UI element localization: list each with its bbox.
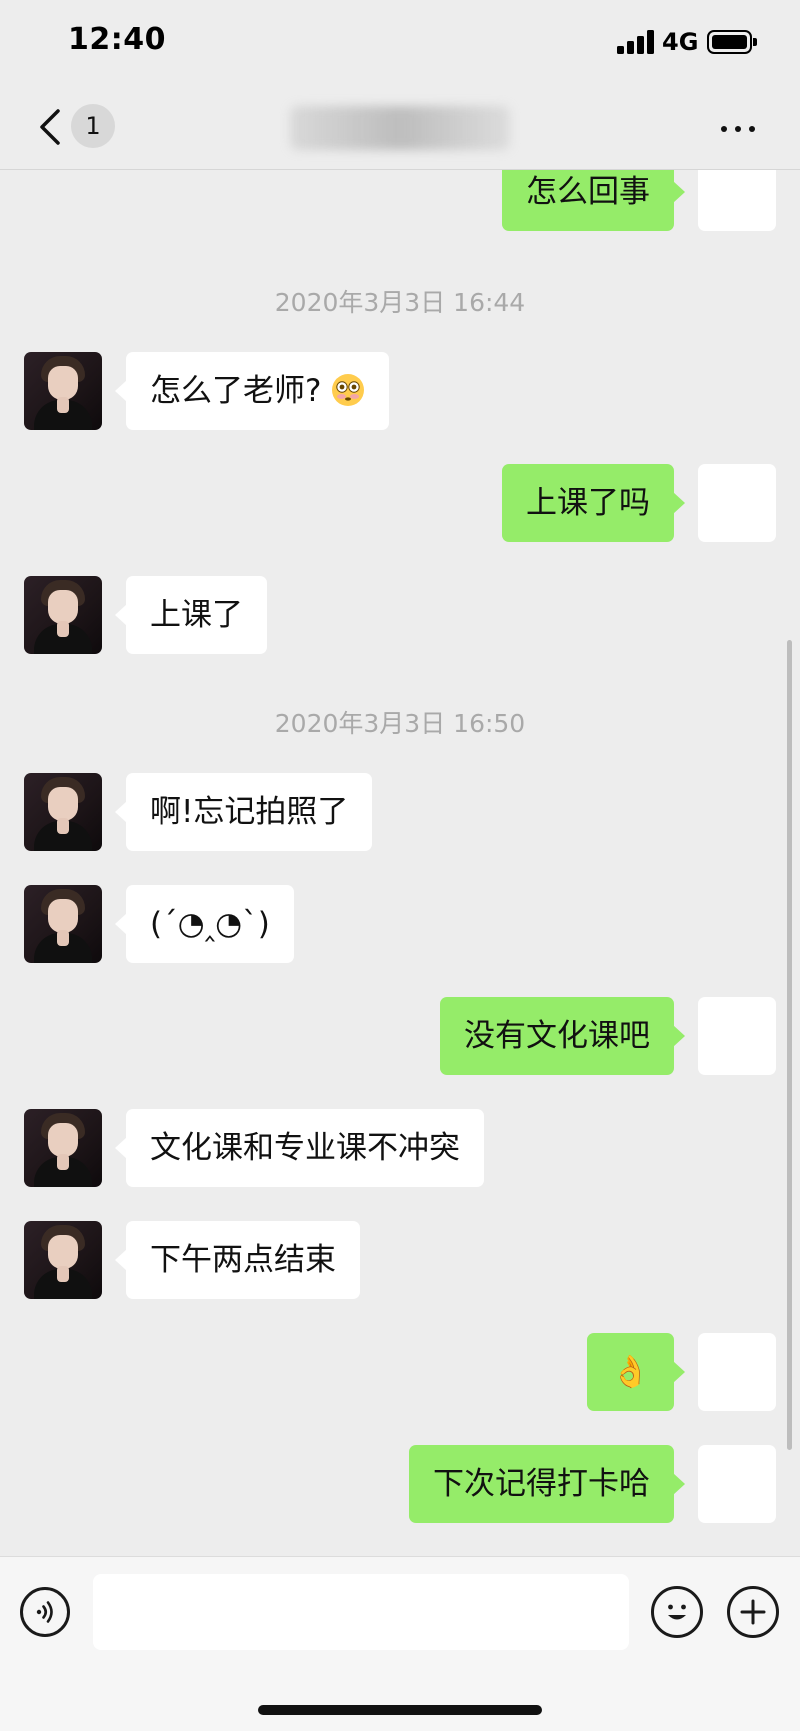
message-bubble-outgoing[interactable]: 下次记得打卡哈 [409,1445,685,1523]
message-bubble-incoming[interactable]: 文化课和专业课不冲突 [115,1109,484,1187]
message-row: 文化课和专业课不冲突 [0,1109,800,1187]
home-indicator[interactable] [258,1705,542,1715]
contact-avatar[interactable] [24,1109,102,1187]
contact-avatar[interactable] [24,352,102,430]
contact-avatar[interactable] [24,576,102,654]
message-bubble-outgoing[interactable]: 👌 [587,1333,685,1411]
message-row: 怎么回事 [0,170,800,231]
signal-icon [617,30,655,54]
flushed-face-emoji [332,374,365,406]
emoji-face-icon[interactable] [651,1586,703,1638]
plus-icon[interactable] [727,1586,779,1638]
contact-avatar[interactable] [24,773,102,851]
message-bubble-outgoing[interactable]: 怎么回事 [502,170,685,231]
message-row: (´◔‸◔`) [0,885,800,963]
chat-title [290,106,510,150]
network-label: 4G [662,28,699,56]
contact-avatar[interactable] [24,885,102,963]
message-row: 没有文化课吧 [0,997,800,1075]
message-bubble-outgoing[interactable]: 上课了吗 [502,464,685,542]
voice-icon[interactable] [20,1587,70,1637]
message-bubble-incoming[interactable]: 怎么了老师? [114,352,390,430]
back-icon[interactable] [34,103,66,151]
message-row: 上课了 [0,576,800,654]
message-input[interactable] [93,1574,629,1650]
message-text: 怎么了老师? [150,373,322,409]
my-avatar[interactable] [698,1333,776,1411]
timestamp: 2020年3月3日 16:44 [274,288,526,317]
message-bubble-incoming[interactable]: (´◔‸◔`) [115,885,294,963]
my-avatar[interactable] [698,170,776,231]
message-row: 👌 [0,1333,800,1411]
status-bar: 12:40 4G [0,0,800,88]
message-row: 下午两点结束 [0,1221,800,1299]
message-list[interactable]: 怎么回事 2020年3月3日 16:44 怎么了老师? 上课了吗 上课了 202… [0,170,800,1556]
message-bubble-incoming[interactable]: 下午两点结束 [115,1221,360,1299]
message-bubble-incoming[interactable]: 啊!忘记拍照了 [114,773,373,851]
message-row: 上课了吗 [0,464,800,542]
scrollbar[interactable] [787,640,792,1450]
more-icon[interactable] [718,110,758,146]
message-row: 下次记得打卡哈 [0,1445,800,1523]
message-row: 啊!忘记拍照了 [0,773,800,851]
my-avatar[interactable] [698,1445,776,1523]
message-bubble-incoming[interactable]: 上课了 [115,576,267,654]
unread-count-badge[interactable]: 1 [71,104,115,148]
message-row: 怎么了老师? [0,352,800,430]
my-avatar[interactable] [698,997,776,1075]
message-bubble-outgoing[interactable]: 没有文化课吧 [440,997,685,1075]
timestamp: 2020年3月3日 16:50 [274,709,526,738]
chat-header: 1 [0,88,800,170]
my-avatar[interactable] [698,464,776,542]
contact-avatar[interactable] [24,1221,102,1299]
battery-icon [707,30,757,54]
input-bar [0,1556,800,1731]
status-time: 12:40 [68,22,166,57]
